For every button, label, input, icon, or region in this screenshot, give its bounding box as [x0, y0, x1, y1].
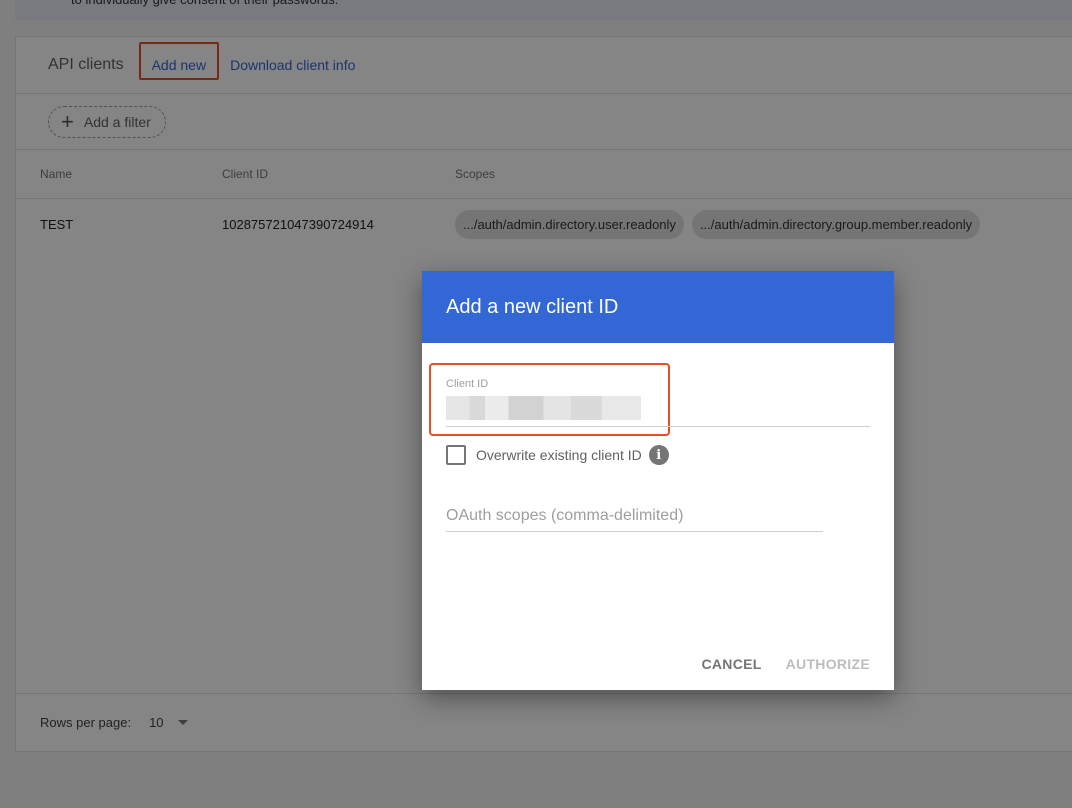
dialog-header: Add a new client ID	[422, 271, 894, 343]
client-id-field[interactable]: Client ID	[446, 378, 870, 427]
oauth-scopes-placeholder: OAuth scopes (comma-delimited)	[446, 507, 684, 524]
overwrite-label: Overwrite existing client ID	[476, 447, 642, 463]
dialog-actions: CANCEL AUTHORIZE	[701, 656, 870, 672]
dialog-title: Add a new client ID	[446, 295, 619, 318]
client-id-label: Client ID	[446, 378, 489, 390]
authorize-button[interactable]: AUTHORIZE	[786, 656, 870, 672]
info-icon[interactable]: i	[648, 445, 669, 465]
add-client-dialog: Add a new client ID Client ID Overwrite …	[422, 271, 894, 690]
overwrite-checkbox[interactable]	[446, 445, 466, 465]
overwrite-row: Overwrite existing client ID i	[446, 445, 669, 465]
client-id-value-redacted[interactable]	[446, 396, 641, 420]
oauth-scopes-input[interactable]: OAuth scopes (comma-delimited)	[446, 507, 823, 532]
cancel-button[interactable]: CANCEL	[701, 656, 761, 672]
